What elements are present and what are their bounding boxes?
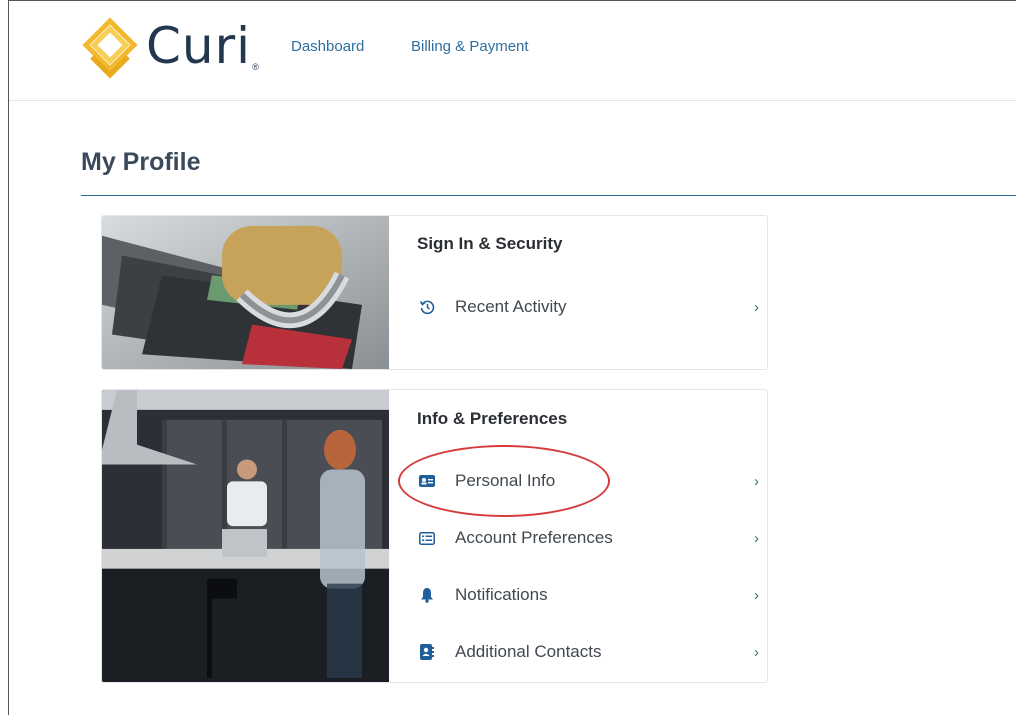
id-card-icon [419,473,435,489]
menu-item-recent-activity[interactable]: Recent Activity › [389,287,767,327]
list-icon [419,530,435,546]
menu-item-label: Account Preferences [455,528,613,547]
title-divider [81,195,1016,196]
chevron-right-icon: › [754,586,759,604]
kitchen-people-photo [102,390,389,682]
info-preferences-card: Info & Preferences Personal Info › Accou… [101,389,768,683]
card-heading-info-preferences: Info & Preferences [417,409,568,428]
sign-in-security-card: Sign In & Security Recent Activity › [101,215,768,370]
menu-item-label: Personal Info [455,471,556,490]
menu-item-additional-contacts[interactable]: Additional Contacts › [389,632,767,672]
credit-cards-padlock-photo [102,216,389,369]
sign-in-security-body: Sign In & Security Recent Activity › [389,216,767,369]
nav-dashboard[interactable]: Dashboard [291,38,364,55]
bell-icon [419,587,435,603]
info-preferences-body: Info & Preferences Personal Info › Accou… [389,390,767,682]
menu-item-notifications[interactable]: Notifications › [389,575,767,615]
chevron-right-icon: › [754,298,759,316]
registered-mark: ® [252,62,259,72]
menu-item-personal-info[interactable]: Personal Info › [389,461,767,501]
page-title: My Profile [81,148,201,176]
chevron-right-icon: › [754,472,759,490]
history-icon [419,299,435,315]
menu-item-label: Notifications [455,585,548,604]
menu-item-label: Additional Contacts [455,642,602,661]
curi-logo[interactable]: Curi ® [80,14,259,84]
chevron-right-icon: › [754,643,759,661]
menu-item-account-preferences[interactable]: Account Preferences › [389,518,767,558]
address-book-icon [419,644,435,660]
logo-wordmark: Curi [146,17,252,75]
menu-item-label: Recent Activity [455,297,567,316]
card-heading-sign-in-security: Sign In & Security [417,234,563,253]
chevron-right-icon: › [754,529,759,547]
curi-logo-mark-icon [82,17,138,79]
nav-billing-payment[interactable]: Billing & Payment [411,38,529,55]
